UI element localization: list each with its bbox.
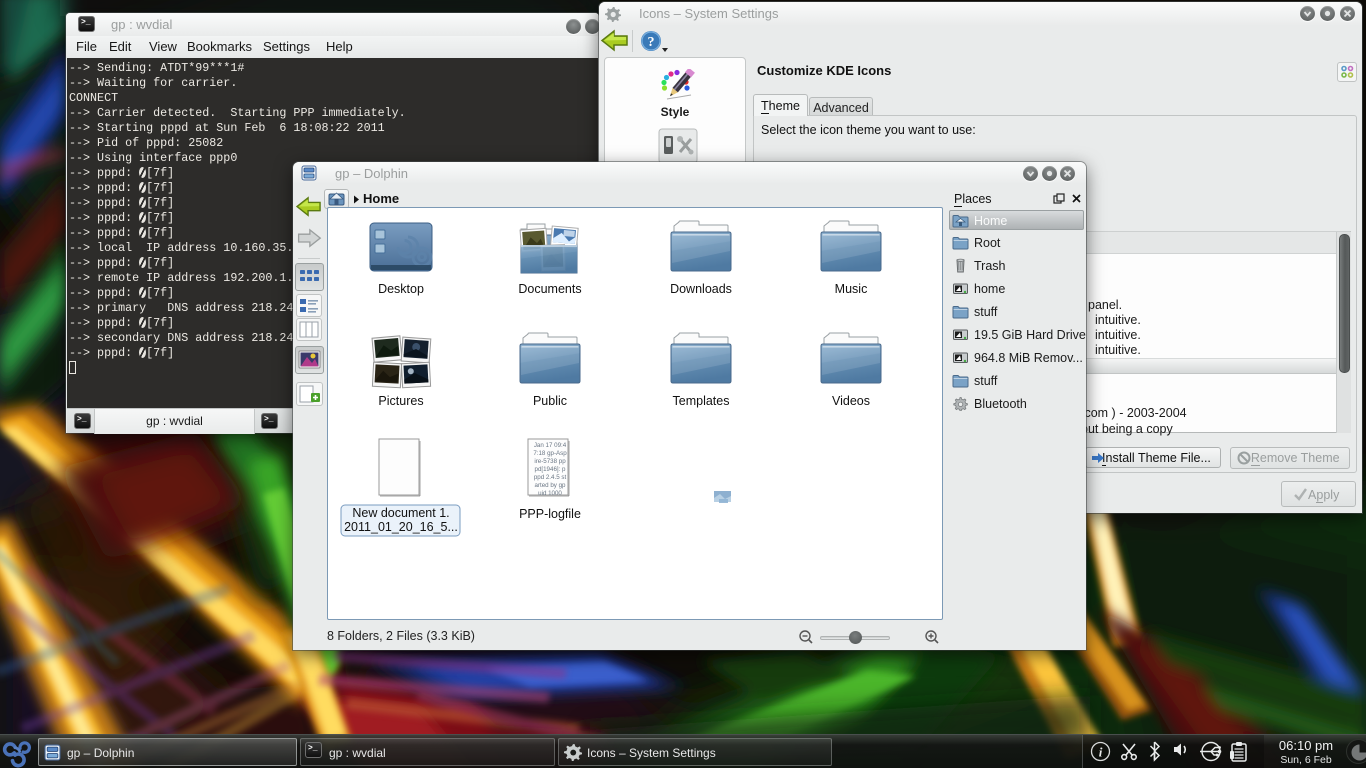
svg-text:pd[1946]: p: pd[1946]: p bbox=[535, 466, 567, 473]
svg-text:2011_01_20_16_5...: 2011_01_20_16_5... bbox=[344, 520, 458, 534]
svg-text:ire-5738 pp: ire-5738 pp bbox=[534, 458, 566, 465]
svg-text:?: ? bbox=[648, 35, 655, 50]
svg-text:Desktop: Desktop bbox=[378, 282, 424, 296]
svg-text:Templates: Templates bbox=[673, 394, 730, 408]
svg-text:Pictures: Pictures bbox=[378, 394, 423, 408]
svg-text:Documents: Documents bbox=[518, 282, 581, 296]
svg-text:Jan 17 09:4: Jan 17 09:4 bbox=[534, 442, 567, 449]
svg-text:PPP-logfile: PPP-logfile bbox=[519, 507, 581, 521]
svg-text:7:18 gp-Asp: 7:18 gp-Asp bbox=[533, 450, 567, 457]
svg-text:i: i bbox=[1099, 745, 1103, 760]
svg-text:Downloads: Downloads bbox=[670, 282, 732, 296]
svg-text:uid 1000: uid 1000 bbox=[538, 490, 562, 497]
svg-text:Videos: Videos bbox=[832, 394, 870, 408]
svg-text:Public: Public bbox=[533, 394, 567, 408]
svg-text:ppd 2.4.5 st: ppd 2.4.5 st bbox=[534, 474, 567, 481]
svg-text:arted by gp: arted by gp bbox=[535, 482, 567, 489]
svg-text:New document 1.: New document 1. bbox=[352, 506, 449, 520]
svg-text:Music: Music bbox=[835, 282, 868, 296]
